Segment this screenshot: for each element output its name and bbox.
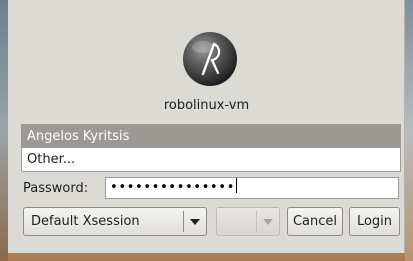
chevron-down-icon	[257, 218, 279, 225]
session-dropdown[interactable]: Default Xsession	[23, 207, 207, 236]
hostname-label: robolinux-vm	[163, 98, 250, 113]
language-dropdown[interactable]	[216, 207, 280, 236]
user-list: Angelos Kyritsis Other...	[21, 124, 401, 172]
user-list-item-angelos[interactable]: Angelos Kyritsis	[22, 125, 400, 148]
password-field[interactable]: •••••••••••••••	[105, 177, 399, 199]
chevron-down-icon	[184, 218, 206, 225]
text-caret	[235, 178, 237, 193]
password-mask: •••••••••••••••	[110, 180, 235, 195]
user-list-item-other[interactable]: Other...	[22, 148, 400, 171]
password-label: Password:	[23, 181, 89, 196]
robolinux-logo-icon	[183, 32, 237, 86]
desktop-wallpaper-left	[0, 0, 8, 261]
login-button[interactable]: Login	[349, 207, 400, 236]
desktop-wallpaper-right	[405, 0, 413, 261]
cancel-button[interactable]: Cancel	[287, 207, 343, 236]
login-panel: robolinux-vm Angelos Kyritsis Other... P…	[8, 0, 405, 253]
session-dropdown-label: Default Xsession	[31, 214, 140, 229]
